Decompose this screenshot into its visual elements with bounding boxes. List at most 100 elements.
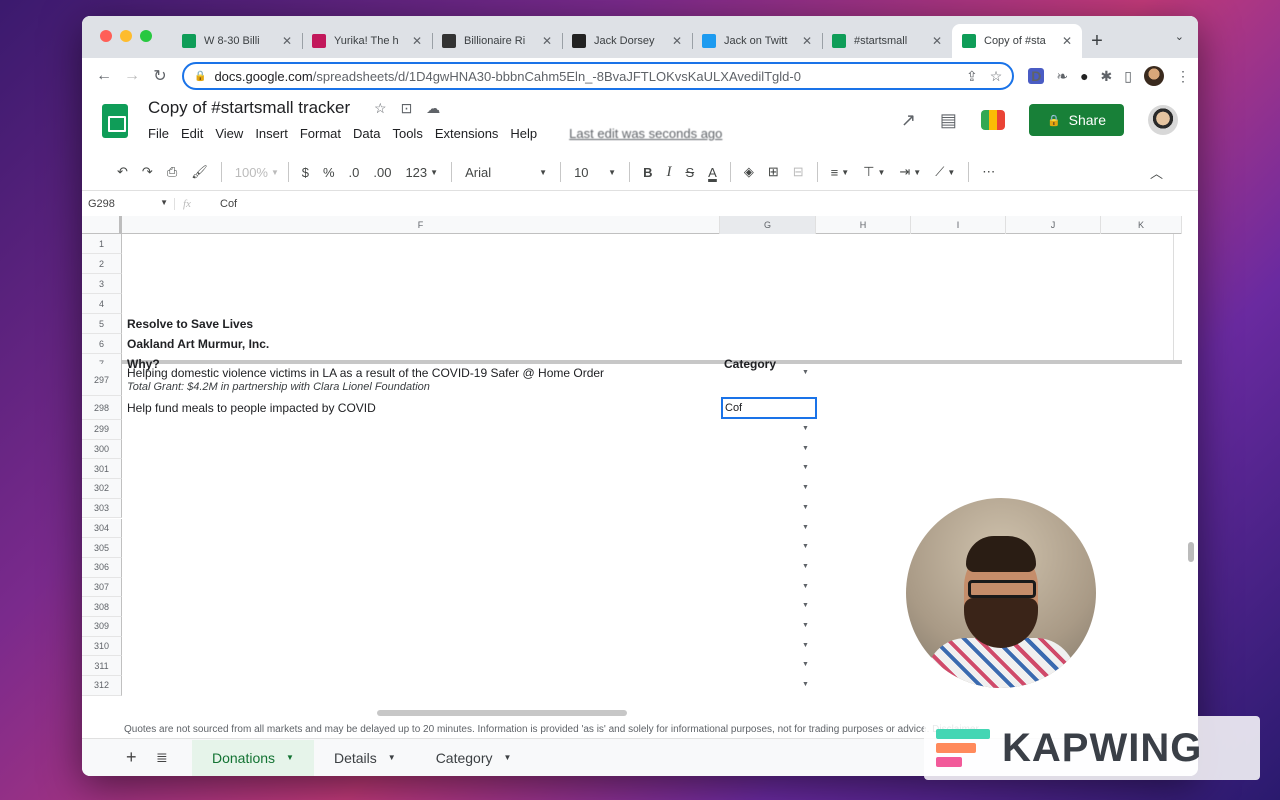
dropdown-chevron-icon[interactable]: ▼: [802, 661, 809, 668]
dropdown-chevron-icon[interactable]: ▼: [802, 484, 809, 491]
menu-help[interactable]: Help: [504, 124, 543, 143]
text-rotation-icon[interactable]: ⟋ ▼: [928, 164, 962, 180]
print-icon[interactable]: ⎙: [160, 164, 184, 180]
reload-icon[interactable]: ↻: [146, 66, 174, 86]
back-arrow-icon[interactable]: ←: [90, 67, 118, 85]
extension-d-icon[interactable]: D: [1028, 68, 1045, 84]
browser-tab[interactable]: Billionaire Ri ✕: [432, 24, 562, 58]
sheets-logo-icon[interactable]: [102, 104, 128, 138]
formula-input[interactable]: Cof: [204, 198, 237, 210]
profile-avatar[interactable]: [1144, 66, 1164, 86]
sheet-tab-donations[interactable]: Donations ▼: [192, 739, 314, 776]
maximize-window-button[interactable]: [140, 30, 152, 42]
row-header[interactable]: 308: [82, 597, 122, 617]
row-header[interactable]: 303: [82, 498, 122, 519]
column-header-g[interactable]: G: [720, 216, 816, 234]
row-header[interactable]: 300: [82, 439, 122, 460]
row-header[interactable]: 2: [82, 254, 122, 274]
row-header[interactable]: 302: [82, 479, 122, 499]
cell-f-note[interactable]: Total Grant: $4.2M in partnership with C…: [127, 380, 430, 394]
all-sheets-icon[interactable]: ≣: [156, 749, 192, 766]
select-all-corner[interactable]: [82, 216, 122, 234]
tab-search-icon[interactable]: ⌄: [1175, 30, 1184, 43]
tab-close-icon[interactable]: ✕: [932, 34, 942, 48]
browser-tab[interactable]: Jack Dorsey ✕: [562, 24, 692, 58]
move-folder-icon[interactable]: ⊡: [401, 100, 413, 117]
more-tools-button[interactable]: ⋯: [975, 164, 1002, 180]
share-page-icon[interactable]: ⇪: [966, 68, 978, 85]
tab-close-icon[interactable]: ✕: [802, 34, 812, 48]
row-header[interactable]: 6: [82, 334, 122, 354]
browser-tab[interactable]: Jack on Twitt ✕: [692, 24, 822, 58]
more-formats-button[interactable]: 123 ▼: [398, 165, 445, 180]
strikethrough-button[interactable]: S: [678, 165, 701, 180]
comments-icon[interactable]: ▤: [940, 110, 957, 131]
row-header[interactable]: 3: [82, 274, 122, 294]
new-tab-button[interactable]: +: [1082, 24, 1112, 58]
add-sheet-button[interactable]: +: [126, 747, 156, 768]
caret-down-icon[interactable]: ▼: [286, 753, 294, 762]
zoom-select[interactable]: 100% ▼: [228, 165, 282, 180]
row-header[interactable]: 304: [82, 518, 122, 539]
font-size-select[interactable]: 10 ▼: [567, 165, 623, 180]
browser-tab[interactable]: Yurika! The h ✕: [302, 24, 432, 58]
cell-f[interactable]: Helping domestic violence victims in LA …: [127, 366, 604, 380]
menu-file[interactable]: File: [142, 124, 175, 143]
url-text[interactable]: docs.google.com/spreadsheets/d/1D4gwHNA3…: [214, 69, 966, 84]
star-icon[interactable]: ☆: [374, 100, 387, 117]
dropdown-chevron-icon[interactable]: ▼: [802, 681, 809, 688]
dropdown-chevron-icon[interactable]: ▼: [802, 622, 809, 629]
text-color-button[interactable]: A: [701, 165, 724, 180]
cell-f[interactable]: Oakland Art Murmur, Inc.: [127, 334, 269, 354]
row-header[interactable]: 299: [82, 420, 122, 440]
row-header[interactable]: 5: [82, 314, 122, 334]
menu-edit[interactable]: Edit: [175, 124, 209, 143]
extension-circle-icon[interactable]: ●: [1080, 68, 1088, 84]
column-header-f[interactable]: F: [122, 216, 720, 234]
column-header-j[interactable]: J: [1006, 216, 1101, 234]
collapse-toolbar-icon[interactable]: ︿: [1143, 163, 1170, 182]
dropdown-chevron-icon[interactable]: ▼: [802, 464, 809, 471]
tab-close-icon[interactable]: ✕: [542, 34, 552, 48]
font-family-select[interactable]: Arial ▼: [458, 165, 554, 180]
row-header[interactable]: 309: [82, 617, 122, 637]
horizontal-scrollbar[interactable]: [377, 710, 627, 716]
caret-down-icon[interactable]: ▼: [504, 753, 512, 762]
tab-close-icon[interactable]: ✕: [672, 34, 682, 48]
menu-extensions[interactable]: Extensions: [429, 124, 505, 143]
document-title[interactable]: Copy of #startsmall tracker: [148, 98, 350, 118]
borders-icon[interactable]: ⊞: [761, 164, 786, 180]
merge-cells-icon[interactable]: ⊟: [786, 164, 811, 180]
percent-format-button[interactable]: %: [316, 165, 342, 180]
dropdown-chevron-icon[interactable]: ▼: [802, 425, 809, 432]
side-panel-icon[interactable]: ▯: [1124, 68, 1132, 85]
increase-decimal-button[interactable]: .00: [366, 165, 398, 180]
close-window-button[interactable]: [100, 30, 112, 42]
last-edit-link[interactable]: Last edit was seconds ago: [563, 124, 728, 143]
browser-tab[interactable]: W 8-30 Billi ✕: [172, 24, 302, 58]
extensions-puzzle-icon[interactable]: ✱: [1101, 68, 1113, 85]
text-wrapping-icon[interactable]: ⇥ ▼: [892, 164, 928, 180]
row-header[interactable]: 301: [82, 459, 122, 480]
meet-icon[interactable]: [980, 110, 1005, 130]
italic-button[interactable]: I: [659, 164, 678, 181]
menu-tools[interactable]: Tools: [386, 124, 428, 143]
dropdown-chevron-icon[interactable]: ▼: [802, 583, 809, 590]
row-header[interactable]: 310: [82, 636, 122, 657]
dropdown-chevron-icon[interactable]: ▼: [802, 563, 809, 570]
row-header[interactable]: 297: [82, 364, 122, 396]
sheet-tab-category[interactable]: Category ▼: [416, 740, 532, 776]
dropdown-chevron-icon[interactable]: ▼: [802, 642, 809, 649]
dropdown-chevron-icon[interactable]: ▼: [802, 543, 809, 550]
frozen-divider[interactable]: [122, 360, 1182, 364]
column-header-h[interactable]: H: [816, 216, 911, 234]
row-header[interactable]: 298: [82, 396, 122, 420]
row-header[interactable]: 312: [82, 676, 122, 696]
decrease-decimal-button[interactable]: .0: [342, 165, 367, 180]
tab-close-icon[interactable]: ✕: [412, 34, 422, 48]
account-avatar[interactable]: [1148, 105, 1178, 135]
forward-arrow-icon[interactable]: →: [118, 67, 146, 85]
name-box[interactable]: G298 ▼: [82, 198, 174, 210]
minimize-window-button[interactable]: [120, 30, 132, 42]
fill-color-icon[interactable]: ◈: [737, 164, 761, 180]
